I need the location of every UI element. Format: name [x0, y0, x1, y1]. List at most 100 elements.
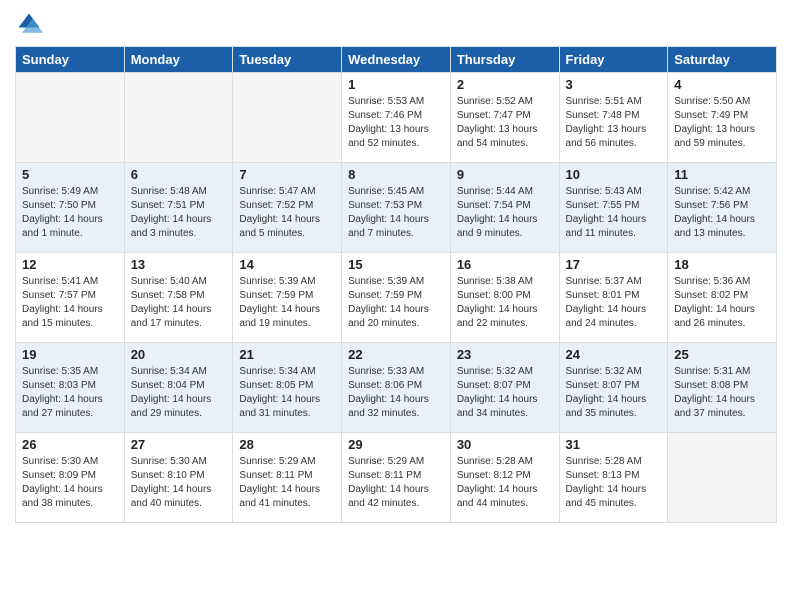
- day-number: 30: [457, 437, 553, 452]
- day-info: Sunrise: 5:50 AMSunset: 7:49 PMDaylight:…: [674, 95, 770, 151]
- calendar-cell: 27 Sunrise: 5:30 AMSunset: 8:10 PMDayligh…: [124, 433, 233, 523]
- day-number: 13: [131, 257, 227, 272]
- calendar-week-row: 19Sunrise: 5:35 AMSunset: 8:03 PMDayligh…: [16, 343, 777, 433]
- calendar-cell: 20 Sunrise: 5:34 AMSunset: 8:04 PMDayligh…: [124, 343, 233, 433]
- calendar-cell: 15 Sunrise: 5:39 AMSunset: 7:59 PMDayligh…: [342, 253, 451, 343]
- day-number: 8: [348, 167, 444, 182]
- day-number: 31: [566, 437, 662, 452]
- calendar-cell: [233, 73, 342, 163]
- day-number: 26: [22, 437, 118, 452]
- calendar-cell: 26 Sunrise: 5:30 AMSunset: 8:09 PMDayligh…: [16, 433, 125, 523]
- day-info: Sunrise: 5:31 AMSunset: 8:08 PMDaylight:…: [674, 365, 770, 421]
- calendar-cell: 30 Sunrise: 5:28 AMSunset: 8:12 PMDayligh…: [450, 433, 559, 523]
- calendar-cell: 31 Sunrise: 5:28 AMSunset: 8:13 PMDayligh…: [559, 433, 668, 523]
- day-number: 16: [457, 257, 553, 272]
- page-header: [15, 10, 777, 38]
- day-info: Sunrise: 5:30 AMSunset: 8:10 PMDaylight:…: [131, 455, 227, 511]
- column-header-saturday: Saturday: [668, 47, 777, 73]
- day-number: 20: [131, 347, 227, 362]
- day-number: 10: [566, 167, 662, 182]
- calendar-cell: 23 Sunrise: 5:32 AMSunset: 8:07 PMDayligh…: [450, 343, 559, 433]
- calendar-cell: 24 Sunrise: 5:32 AMSunset: 8:07 PMDayligh…: [559, 343, 668, 433]
- column-header-thursday: Thursday: [450, 47, 559, 73]
- day-info: Sunrise: 5:51 AMSunset: 7:48 PMDaylight:…: [566, 95, 662, 151]
- day-info: Sunrise: 5:44 AMSunset: 7:54 PMDaylight:…: [457, 185, 553, 241]
- calendar-cell: 5 Sunrise: 5:49 AMSunset: 7:50 PMDaylight…: [16, 163, 125, 253]
- logo-icon: [15, 10, 43, 38]
- calendar-body: 1Sunrise: 5:53 AMSunset: 7:46 PMDaylight…: [16, 73, 777, 523]
- calendar-cell: 4 Sunrise: 5:50 AMSunset: 7:49 PMDaylight…: [668, 73, 777, 163]
- day-info: Sunrise: 5:49 AMSunset: 7:50 PMDaylight:…: [22, 185, 118, 241]
- calendar-cell: 25Sunrise: 5:31 AMSunset: 8:08 PMDayligh…: [668, 343, 777, 433]
- calendar-week-row: 26 Sunrise: 5:30 AMSunset: 8:09 PMDayligh…: [16, 433, 777, 523]
- column-header-wednesday: Wednesday: [342, 47, 451, 73]
- day-number: 6: [131, 167, 227, 182]
- day-number: 28: [239, 437, 335, 452]
- calendar-cell: 18Sunrise: 5:36 AMSunset: 8:02 PMDayligh…: [668, 253, 777, 343]
- day-number: 15: [348, 257, 444, 272]
- calendar-header-row: SundayMondayTuesdayWednesdayThursdayFrid…: [16, 47, 777, 73]
- day-number: 2: [457, 77, 553, 92]
- day-info: Sunrise: 5:34 AMSunset: 8:04 PMDaylight:…: [131, 365, 227, 421]
- day-info: Sunrise: 5:28 AMSunset: 8:12 PMDaylight:…: [457, 455, 553, 511]
- day-info: Sunrise: 5:42 AMSunset: 7:56 PMDaylight:…: [674, 185, 770, 241]
- calendar-cell: 9 Sunrise: 5:44 AMSunset: 7:54 PMDaylight…: [450, 163, 559, 253]
- calendar-cell: 19Sunrise: 5:35 AMSunset: 8:03 PMDayligh…: [16, 343, 125, 433]
- day-info: Sunrise: 5:28 AMSunset: 8:13 PMDaylight:…: [566, 455, 662, 511]
- calendar-cell: 14 Sunrise: 5:39 AMSunset: 7:59 PMDayligh…: [233, 253, 342, 343]
- day-number: 9: [457, 167, 553, 182]
- logo: [15, 10, 47, 38]
- calendar-cell: [668, 433, 777, 523]
- calendar-cell: 17 Sunrise: 5:37 AMSunset: 8:01 PMDayligh…: [559, 253, 668, 343]
- day-info: Sunrise: 5:32 AMSunset: 8:07 PMDaylight:…: [457, 365, 553, 421]
- day-info: Sunrise: 5:37 AMSunset: 8:01 PMDaylight:…: [566, 275, 662, 331]
- day-info: Sunrise: 5:38 AMSunset: 8:00 PMDaylight:…: [457, 275, 553, 331]
- day-info: Sunrise: 5:30 AMSunset: 8:09 PMDaylight:…: [22, 455, 118, 511]
- day-number: 24: [566, 347, 662, 362]
- day-number: 4: [674, 77, 770, 92]
- day-number: 23: [457, 347, 553, 362]
- day-info: Sunrise: 5:40 AMSunset: 7:58 PMDaylight:…: [131, 275, 227, 331]
- calendar-week-row: 12 Sunrise: 5:41 AMSunset: 7:57 PMDayligh…: [16, 253, 777, 343]
- day-number: 21: [239, 347, 335, 362]
- day-number: 11: [674, 167, 770, 182]
- calendar-cell: 28Sunrise: 5:29 AMSunset: 8:11 PMDayligh…: [233, 433, 342, 523]
- column-header-friday: Friday: [559, 47, 668, 73]
- day-number: 5: [22, 167, 118, 182]
- calendar-cell: 2 Sunrise: 5:52 AMSunset: 7:47 PMDaylight…: [450, 73, 559, 163]
- day-number: 12: [22, 257, 118, 272]
- day-info: Sunrise: 5:39 AMSunset: 7:59 PMDaylight:…: [348, 275, 444, 331]
- day-info: Sunrise: 5:53 AMSunset: 7:46 PMDaylight:…: [348, 95, 444, 151]
- day-number: 22: [348, 347, 444, 362]
- day-info: Sunrise: 5:39 AMSunset: 7:59 PMDaylight:…: [239, 275, 335, 331]
- calendar-cell: 22Sunrise: 5:33 AMSunset: 8:06 PMDayligh…: [342, 343, 451, 433]
- day-info: Sunrise: 5:32 AMSunset: 8:07 PMDaylight:…: [566, 365, 662, 421]
- day-info: Sunrise: 5:47 AMSunset: 7:52 PMDaylight:…: [239, 185, 335, 241]
- day-number: 7: [239, 167, 335, 182]
- calendar-cell: 16 Sunrise: 5:38 AMSunset: 8:00 PMDayligh…: [450, 253, 559, 343]
- calendar-cell: 7 Sunrise: 5:47 AMSunset: 7:52 PMDaylight…: [233, 163, 342, 253]
- day-info: Sunrise: 5:35 AMSunset: 8:03 PMDaylight:…: [22, 365, 118, 421]
- day-number: 29: [348, 437, 444, 452]
- day-info: Sunrise: 5:29 AMSunset: 8:11 PMDaylight:…: [348, 455, 444, 511]
- day-info: Sunrise: 5:41 AMSunset: 7:57 PMDaylight:…: [22, 275, 118, 331]
- calendar-table: SundayMondayTuesdayWednesdayThursdayFrid…: [15, 46, 777, 523]
- calendar-week-row: 1Sunrise: 5:53 AMSunset: 7:46 PMDaylight…: [16, 73, 777, 163]
- calendar-cell: 29 Sunrise: 5:29 AMSunset: 8:11 PMDayligh…: [342, 433, 451, 523]
- day-number: 27: [131, 437, 227, 452]
- calendar-cell: 11 Sunrise: 5:42 AMSunset: 7:56 PMDayligh…: [668, 163, 777, 253]
- day-info: Sunrise: 5:48 AMSunset: 7:51 PMDaylight:…: [131, 185, 227, 241]
- calendar-cell: 3 Sunrise: 5:51 AMSunset: 7:48 PMDaylight…: [559, 73, 668, 163]
- calendar-cell: 10Sunrise: 5:43 AMSunset: 7:55 PMDayligh…: [559, 163, 668, 253]
- day-info: Sunrise: 5:52 AMSunset: 7:47 PMDaylight:…: [457, 95, 553, 151]
- calendar-cell: 13 Sunrise: 5:40 AMSunset: 7:58 PMDayligh…: [124, 253, 233, 343]
- calendar-cell: [124, 73, 233, 163]
- column-header-tuesday: Tuesday: [233, 47, 342, 73]
- calendar-cell: 1Sunrise: 5:53 AMSunset: 7:46 PMDaylight…: [342, 73, 451, 163]
- day-number: 17: [566, 257, 662, 272]
- day-info: Sunrise: 5:36 AMSunset: 8:02 PMDaylight:…: [674, 275, 770, 331]
- day-number: 3: [566, 77, 662, 92]
- calendar-cell: 12 Sunrise: 5:41 AMSunset: 7:57 PMDayligh…: [16, 253, 125, 343]
- day-number: 14: [239, 257, 335, 272]
- calendar-cell: [16, 73, 125, 163]
